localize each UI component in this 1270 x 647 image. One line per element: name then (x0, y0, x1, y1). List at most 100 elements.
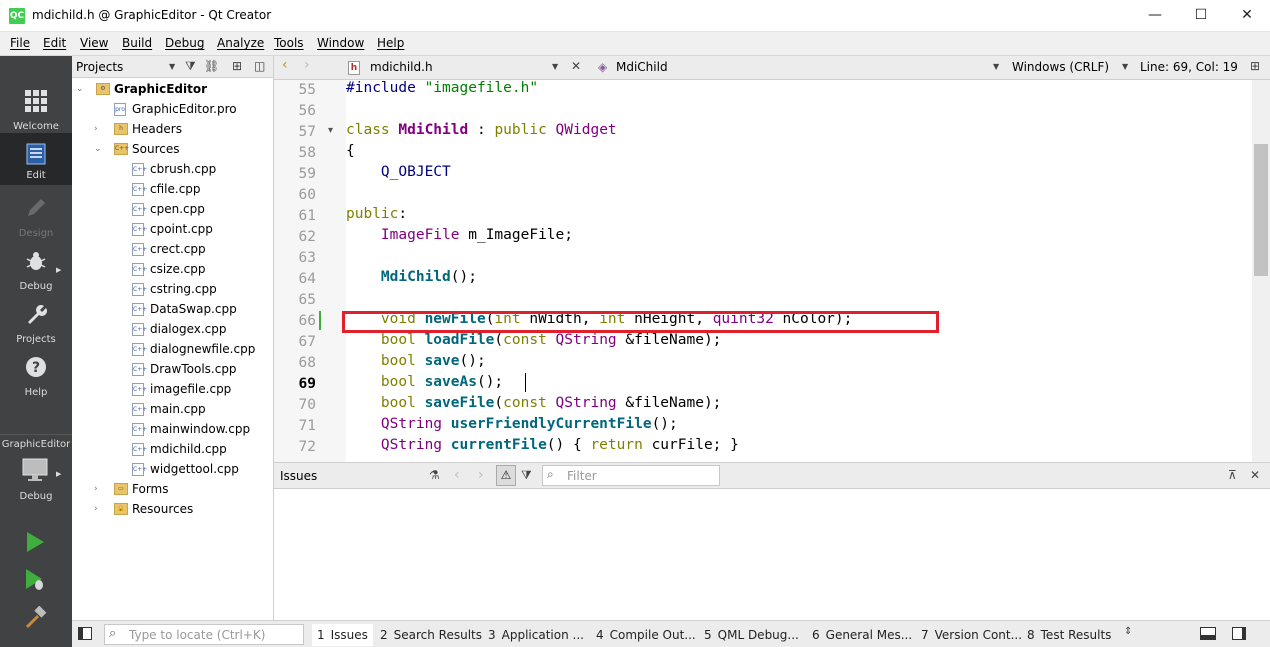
code-line[interactable]: bool saveFile(const QString &fileName); (346, 395, 722, 416)
clean-icon[interactable]: ⚗ (429, 468, 440, 482)
menu-window[interactable]: Window (317, 36, 364, 50)
tree-item-source-file[interactable]: C++ mdichild.cpp (72, 439, 272, 459)
tree-item-source-file[interactable]: C++ crect.cpp (72, 239, 272, 259)
output-tab[interactable]: 1 Issues (312, 624, 373, 646)
kit-selector[interactable]: GraphicEditor ▶ Debug (0, 436, 72, 508)
filter-input[interactable]: ⌕ Filter (542, 465, 720, 486)
code-line[interactable]: bool saveAs(); (346, 374, 503, 395)
code-line[interactable]: class MdiChild : public QWidget (346, 122, 617, 143)
collapsed-arrow-icon[interactable]: › (94, 479, 104, 499)
maximize-button[interactable]: ☐ (1178, 0, 1224, 32)
tree-item-source-file[interactable]: C++ main.cpp (72, 399, 272, 419)
expanded-arrow-icon[interactable]: ⌄ (76, 79, 86, 99)
output-tab[interactable]: 4 Compile Out... (596, 628, 696, 642)
menu-build[interactable]: Build (122, 36, 152, 50)
tree-item-source-file[interactable]: C++ dialogex.cpp (72, 319, 272, 339)
code-line[interactable]: Q_OBJECT (346, 164, 451, 185)
code-line[interactable]: QString currentFile() { return curFile; … (346, 437, 739, 458)
menu-file[interactable]: File (10, 36, 30, 50)
link-icon[interactable]: ⛓ (204, 59, 219, 73)
tree-item-source-file[interactable]: C++ DrawTools.cpp (72, 359, 272, 379)
filter-icon[interactable]: ⧩ (185, 59, 196, 74)
tree-item-source-file[interactable]: C++ csize.cpp (72, 259, 272, 279)
toggle-sidebar-icon[interactable] (78, 627, 92, 640)
toggle-right-sidebar-icon[interactable] (1232, 627, 1246, 640)
warning-toggle-icon[interactable]: ⚠ (496, 465, 516, 486)
run-button[interactable] (25, 531, 45, 553)
tree-item-source-file[interactable]: C++ DataSwap.cpp (72, 299, 272, 319)
tree-item-source-file[interactable]: C++ dialognewfile.cpp (72, 339, 272, 359)
cursor-position[interactable]: Line: 69, Col: 19 (1140, 60, 1238, 74)
tree-item-headers[interactable]: › h Headers (72, 119, 272, 139)
minimize-button[interactable]: — (1132, 0, 1178, 32)
chevron-down-icon[interactable]: ▼ (552, 62, 558, 71)
build-hammer-button[interactable] (24, 606, 48, 630)
collapsed-arrow-icon[interactable]: › (94, 499, 104, 519)
output-tab[interactable]: 8 Test Results (1027, 628, 1111, 642)
menu-analyze[interactable]: Analyze (217, 36, 264, 50)
output-tab[interactable]: 3 Application ... (488, 628, 584, 642)
close-panel-icon[interactable]: ✕ (1250, 468, 1260, 482)
forward-arrow-icon[interactable]: › (304, 57, 310, 73)
expanded-arrow-icon[interactable]: ⌄ (94, 139, 104, 159)
progress-details-icon[interactable] (1200, 627, 1216, 640)
code-line[interactable]: void newFile(int nWidth, int nHeight, qu… (346, 311, 852, 332)
tree-item-source-file[interactable]: C++ cbrush.cpp (72, 159, 272, 179)
mode-projects[interactable]: Projects (0, 299, 72, 351)
tree-item-source-file[interactable]: C++ mainwindow.cpp (72, 419, 272, 439)
tree-item-source-file[interactable]: C++ imagefile.cpp (72, 379, 272, 399)
tree-item-source-file[interactable]: C++ cfile.cpp (72, 179, 272, 199)
output-tab[interactable]: 7 Version Cont... (921, 628, 1022, 642)
code-line[interactable]: bool save(); (346, 353, 486, 374)
close-button[interactable]: ✕ (1224, 0, 1270, 32)
output-tab[interactable]: 5 QML Debug... (704, 628, 799, 642)
code-line[interactable]: bool loadFile(const QString &fileName); (346, 332, 722, 353)
editor-scrollbar[interactable] (1252, 80, 1270, 462)
tree-item-source-file[interactable]: C++ widgettool.cpp (72, 459, 272, 479)
menu-view[interactable]: View (80, 36, 108, 50)
menu-debug[interactable]: Debug (165, 36, 204, 50)
debug-run-button[interactable] (24, 568, 46, 592)
mode-help[interactable]: ? Help (0, 352, 72, 404)
chevron-down-icon[interactable]: ▼ (1122, 62, 1128, 71)
next-arrow-icon[interactable]: › (478, 467, 484, 483)
output-tab[interactable]: 6 General Mes... (812, 628, 912, 642)
tree-item-source-file[interactable]: C++ cstring.cpp (72, 279, 272, 299)
mode-debug[interactable]: ▶ Debug (0, 246, 72, 298)
tree-item-sources[interactable]: ⌄ C++ Sources (72, 139, 272, 159)
chevron-down-icon[interactable]: ▼ (169, 62, 175, 71)
projects-view-selector[interactable]: Projects (76, 60, 123, 74)
mode-edit[interactable]: Edit (0, 133, 72, 185)
menu-tools[interactable]: Tools (274, 36, 304, 50)
split-icon[interactable]: ⊞ (1250, 59, 1260, 73)
chevron-down-icon[interactable]: ▼ (993, 62, 999, 71)
code-line[interactable]: #include "imagefile.h" (346, 80, 538, 101)
previous-arrow-icon[interactable]: ‹ (454, 467, 460, 483)
open-file-selector[interactable]: mdichild.h (370, 60, 433, 74)
locator-input[interactable]: ⌕ Type to locate (Ctrl+K) (104, 624, 304, 645)
back-arrow-icon[interactable]: ‹ (282, 57, 288, 73)
mode-welcome[interactable]: Welcome (0, 86, 72, 138)
split-icon[interactable]: ⊞ (232, 59, 242, 73)
close-panel-icon[interactable]: ◫ (254, 59, 265, 73)
menu-help[interactable]: Help (377, 36, 404, 50)
scrollbar-thumb[interactable] (1254, 144, 1268, 276)
tree-item-project[interactable]: ⌄ ⚙ GraphicEditor (72, 79, 272, 99)
menu-edit[interactable]: Edit (43, 36, 66, 50)
collapsed-arrow-icon[interactable]: › (94, 119, 104, 139)
code-line[interactable]: public: (346, 206, 407, 227)
code-line[interactable]: QString userFriendlyCurrentFile(); (346, 416, 678, 437)
fold-arrow-icon[interactable]: ▾ (328, 125, 333, 136)
output-tab[interactable]: 2 Search Results (380, 628, 482, 642)
tree-item-pro-file[interactable]: pro GraphicEditor.pro (72, 99, 272, 119)
up-down-arrow-icon[interactable]: ⇕ (1124, 626, 1132, 637)
tree-item-resources[interactable]: › 🔒 Resources (72, 499, 272, 519)
mode-design[interactable]: Design (0, 193, 72, 245)
tree-item-forms[interactable]: › ▭ Forms (72, 479, 272, 499)
maximize-panel-icon[interactable]: ⊼ (1228, 468, 1237, 482)
close-document-icon[interactable]: ✕ (571, 59, 581, 73)
tree-item-source-file[interactable]: C++ cpen.cpp (72, 199, 272, 219)
code-line[interactable]: MdiChild(); (346, 269, 477, 290)
line-ending-selector[interactable]: Windows (CRLF) (1012, 60, 1109, 74)
code-line[interactable]: ImageFile m_ImageFile; (346, 227, 573, 248)
